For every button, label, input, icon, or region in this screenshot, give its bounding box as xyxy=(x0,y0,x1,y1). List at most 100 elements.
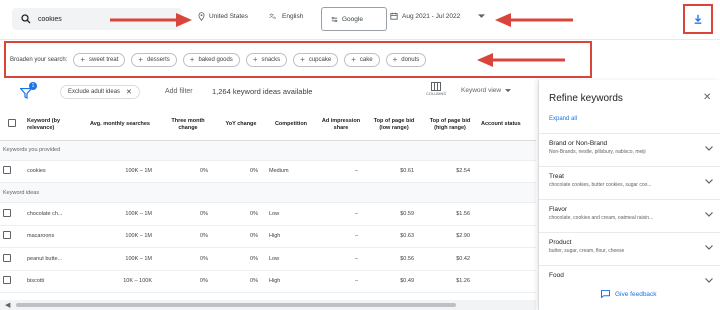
row-checkbox-cell[interactable] xyxy=(0,160,24,183)
broaden-chip[interactable]: + donuts xyxy=(385,52,427,67)
idea-count-text: 1,264 keyword ideas available xyxy=(212,87,313,96)
feedback-icon xyxy=(601,290,610,298)
impression-cell: – xyxy=(316,225,366,248)
table-header-row: Keyword (by relevance) Avg. monthly sear… xyxy=(0,110,536,141)
competition-cell: High xyxy=(266,270,316,293)
keyword-view-dropdown[interactable]: Keyword view xyxy=(461,87,512,94)
row-checkbox[interactable] xyxy=(3,208,11,217)
select-all-checkbox[interactable] xyxy=(8,119,16,128)
account-cell xyxy=(478,247,536,271)
account-cell xyxy=(478,225,536,248)
three-month-cell: 0% xyxy=(160,247,216,271)
plus-icon: + xyxy=(300,55,305,64)
three-month-cell: 0% xyxy=(160,225,216,248)
language-selector[interactable]: 文A English xyxy=(269,12,303,20)
refine-item-treat[interactable]: Treat chocolate cookies, butter cookies,… xyxy=(539,166,720,198)
columns-icon xyxy=(431,82,441,91)
impression-cell: – xyxy=(316,247,366,271)
select-all-cell[interactable] xyxy=(0,110,24,141)
close-icon[interactable]: ✕ xyxy=(703,92,711,103)
chip-label: sweet treat xyxy=(89,56,119,63)
account-cell xyxy=(478,160,536,183)
plus-icon: + xyxy=(138,55,144,64)
row-checkbox[interactable] xyxy=(3,276,11,285)
row-checkbox[interactable] xyxy=(3,166,11,175)
col-header-account[interactable]: Account status xyxy=(478,110,536,141)
table-row[interactable]: peanut butte... 100K – 1M 0% 0% Low – $0… xyxy=(0,247,536,271)
location-label: United States xyxy=(209,13,249,20)
impression-cell: – xyxy=(316,160,366,183)
refine-item-brand[interactable]: Brand or Non-Brand Non-Brands, nestle, p… xyxy=(539,133,720,165)
chevron-down-icon xyxy=(705,245,713,250)
refine-item-sub: Non-Brands, nestle, pillsbury, nabisco, … xyxy=(549,149,646,155)
refine-item-flavor[interactable]: Flavor chocolate, cookies and cream, oat… xyxy=(539,199,720,231)
chip-label: baked goods xyxy=(198,56,233,63)
table-row[interactable]: cookies 100K – 1M 0% 0% Medium – $0.61 $… xyxy=(0,160,536,183)
table-row[interactable]: macaroons 100K – 1M 0% 0% High – $0.63 $… xyxy=(0,225,536,248)
section-label: Keywords you provided xyxy=(0,140,536,161)
date-range-selector[interactable]: Aug 2021 - Jul 2022 xyxy=(390,12,460,20)
searches-cell: 100K – 1M xyxy=(80,247,160,271)
keyword-cell: chocolate ch... xyxy=(24,202,80,226)
col-header-impression[interactable]: Ad impression share xyxy=(316,110,366,141)
row-checkbox-cell[interactable] xyxy=(0,202,24,226)
chip-label: cake xyxy=(359,56,373,63)
bid-low-cell: $0.61 xyxy=(366,160,422,183)
keyword-view-label: Keyword view xyxy=(461,87,502,94)
date-range-label: Aug 2021 - Jul 2022 xyxy=(402,12,461,20)
broaden-chip[interactable]: + desserts xyxy=(131,52,177,67)
yoy-cell: 0% xyxy=(216,160,266,183)
row-checkbox[interactable] xyxy=(3,253,11,262)
refine-item-product[interactable]: Product butter, sugar, cream, flour, che… xyxy=(539,232,720,264)
col-header-three-month[interactable]: Three month change xyxy=(160,110,216,141)
competition-cell: Low xyxy=(266,202,316,226)
download-button[interactable] xyxy=(683,4,713,34)
broaden-chip[interactable]: + baked goods xyxy=(182,52,240,67)
keyword-cell: macaroons xyxy=(24,225,80,248)
broaden-chip[interactable]: + cupcake xyxy=(293,52,339,67)
impression-cell: – xyxy=(316,270,366,293)
results-toolbar: 1 Exclude adult ideas ✕ Add filter 1,264… xyxy=(0,80,536,110)
expand-all-link[interactable]: Expand all xyxy=(549,116,577,122)
chip-label: donuts xyxy=(401,56,420,63)
row-checkbox-cell[interactable] xyxy=(0,270,24,293)
caret-down-icon[interactable] xyxy=(478,14,485,19)
row-checkbox-cell[interactable] xyxy=(0,247,24,271)
impression-cell: – xyxy=(316,202,366,226)
col-header-bid-low[interactable]: Top of page bid (low range) xyxy=(366,110,422,141)
searches-cell: 100K – 1M xyxy=(80,202,160,226)
exclude-adult-chip[interactable]: Exclude adult ideas ✕ xyxy=(60,85,140,99)
three-month-cell: 0% xyxy=(160,160,216,183)
horizontal-scrollbar[interactable]: ◀ xyxy=(0,300,536,310)
filter-icon[interactable] xyxy=(20,88,32,99)
location-selector[interactable]: United States xyxy=(198,12,248,21)
table-row[interactable]: biscotti 10K – 100K 0% 0% High – $0.49 $… xyxy=(0,270,536,293)
svg-text:A: A xyxy=(274,16,277,20)
plus-icon: + xyxy=(392,55,398,64)
give-feedback-link[interactable]: Give feedback xyxy=(601,290,657,298)
refine-item-name: Product xyxy=(549,239,572,246)
search-icon xyxy=(21,14,31,24)
row-checkbox[interactable] xyxy=(3,231,11,240)
col-header-keyword[interactable]: Keyword (by relevance) xyxy=(24,110,80,141)
table-row[interactable]: chocolate ch... 100K – 1M 0% 0% Low – $0… xyxy=(0,202,536,226)
row-checkbox-cell[interactable] xyxy=(0,225,24,248)
broaden-chip[interactable]: + cake xyxy=(344,52,380,67)
col-header-yoy[interactable]: YoY change xyxy=(216,110,266,141)
competition-cell: Low xyxy=(266,247,316,271)
col-header-searches[interactable]: Avg. monthly searches xyxy=(80,110,160,141)
col-header-competition[interactable]: Competition xyxy=(266,110,316,141)
network-selector[interactable]: Google xyxy=(321,7,387,31)
keyword-cell: cookies xyxy=(24,160,80,183)
scroll-left-icon[interactable]: ◀ xyxy=(5,301,10,309)
keyword-table: Keyword (by relevance) Avg. monthly sear… xyxy=(0,110,536,310)
broaden-chip[interactable]: + sweet treat xyxy=(73,52,126,67)
columns-button[interactable]: COLUMNS xyxy=(426,82,446,96)
close-icon[interactable]: ✕ xyxy=(126,88,132,96)
chip-label: desserts xyxy=(147,56,170,63)
broaden-chip[interactable]: + snacks xyxy=(245,52,288,67)
scrollbar-thumb[interactable] xyxy=(16,303,456,307)
account-cell xyxy=(478,270,536,293)
col-header-bid-high[interactable]: Top of page bid (high range) xyxy=(422,110,478,141)
add-filter-link[interactable]: Add filter xyxy=(165,88,193,95)
